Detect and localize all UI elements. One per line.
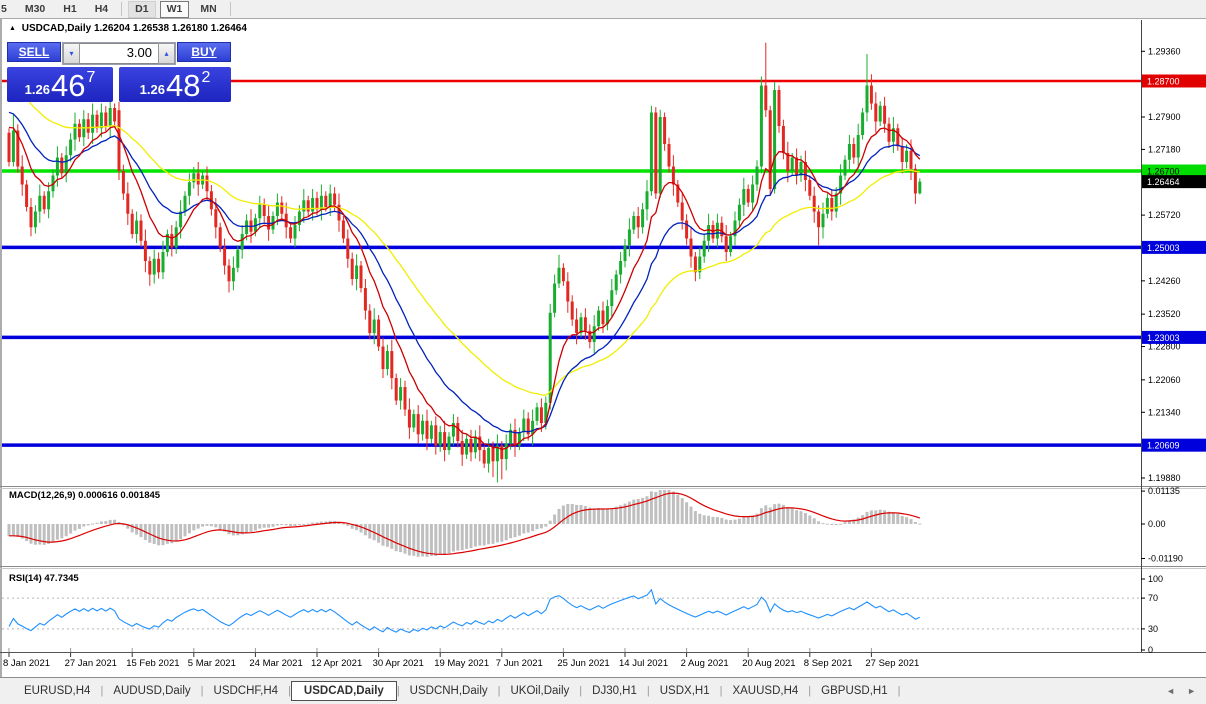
macd-axis-label: 0.01135: [1148, 486, 1180, 496]
date-axis-label: 7 Jun 2021: [496, 658, 543, 669]
toolbar-separator: [229, 2, 231, 16]
price-badge-label: 1.26700: [1147, 167, 1180, 177]
tab-scroll-arrows: ◄ ►: [1166, 686, 1196, 696]
timeframe-button-5[interactable]: 5: [0, 1, 14, 18]
sell-price-pip: 7: [86, 69, 96, 86]
date-axis-label: 27 Jan 2021: [65, 658, 117, 669]
ma_mid-line: [8, 111, 921, 434]
candles-layer: [7, 42, 922, 483]
scroll-right-arrow[interactable]: ►: [1187, 686, 1196, 696]
date-axis-label: 8 Sep 2021: [804, 658, 853, 669]
volume-increase-button[interactable]: ▴: [158, 43, 175, 64]
date-axis-label: 24 Mar 2021: [249, 658, 302, 669]
timeframe-toolbar: 5 M30 H1 H4 D1 W1 MN: [0, 0, 1206, 19]
tab-usdchf-h4[interactable]: USDCHF,H4: [204, 682, 289, 700]
buy-price-main: 48: [165, 68, 201, 103]
one-click-trade-panel: SELL ▾ 3.00 ▴ BUY 1.26 46 7 1.26 48 2: [7, 42, 231, 102]
timeframe-button-w1[interactable]: W1: [159, 0, 190, 18]
buy-button[interactable]: BUY: [177, 42, 231, 62]
ma_fast-line: [8, 125, 921, 451]
horizontal-level-lines: [2, 79, 1141, 447]
rsi-axis-label: 70: [1148, 593, 1158, 603]
price-badge-label: 1.28700: [1147, 76, 1180, 86]
symbol-tabs-bar: EURUSD,H4 | AUDUSD,Daily | USDCHF,H4 | USDCAD,…: [0, 677, 1206, 704]
chart-canvas[interactable]: 1.29360 1.27900 1.27180 1.25720 1.24260 1.235…: [0, 19, 1206, 677]
price-badge-label: 1.26464: [1147, 177, 1180, 187]
price-axis-label: 1.19880: [1148, 473, 1181, 483]
volume-control: ▾ 3.00 ▴: [62, 42, 176, 65]
tab-ukoil-daily[interactable]: UKOil,Daily: [500, 682, 579, 700]
timeframe-button-mn[interactable]: MN: [193, 1, 223, 18]
toolbar-separator: [121, 2, 123, 16]
macd-indicator-label: MACD(12,26,9) 0.000616 0.001845: [9, 490, 161, 501]
collapse-triangle-icon[interactable]: ▲: [9, 25, 16, 32]
tab-dj30-h1[interactable]: DJ30,H1: [582, 682, 647, 700]
tab-separator: |: [897, 685, 901, 697]
date-axis-label: 30 Apr 2021: [373, 658, 424, 669]
tab-eurusd-h4[interactable]: EURUSD,H4: [14, 682, 100, 700]
rsi-axis-label: 30: [1148, 624, 1158, 634]
price-axis-label: 1.29360: [1148, 46, 1181, 56]
sell-price-prefix: 1.26: [24, 82, 50, 97]
timeframe-button-h1[interactable]: H1: [56, 1, 83, 18]
price-badge-label: 1.23003: [1147, 333, 1180, 343]
volume-decrease-button[interactable]: ▾: [63, 43, 80, 64]
trading-terminal: 5 M30 H1 H4 D1 W1 MN 1.29360 1.27900 1.27180 1.25…: [0, 0, 1206, 704]
price-axis[interactable]: 1.29360 1.27900 1.27180 1.25720 1.24260 1.235…: [1141, 46, 1206, 483]
tab-usdcnh-daily[interactable]: USDCNH,Daily: [400, 682, 498, 700]
date-axis-label: 20 Aug 2021: [742, 658, 795, 669]
buy-price-box[interactable]: 1.26 48 2: [119, 67, 231, 102]
buy-price-pip: 2: [201, 69, 211, 86]
rsi-indicator-label: RSI(14) 47.7345: [9, 573, 79, 584]
chart-title-symbol: USDCAD,Daily: [21, 23, 92, 34]
date-axis-label: 12 Apr 2021: [311, 658, 362, 669]
macd-axis-label: -0.01190: [1148, 554, 1183, 564]
timeframe-button-d1[interactable]: D1: [128, 0, 156, 18]
price-axis-label: 1.21340: [1148, 407, 1181, 417]
price-axis-label: 1.22060: [1148, 375, 1181, 385]
chart-title: ▲ USDCAD,Daily 1.26204 1.26538 1.26180 1…: [9, 23, 247, 34]
volume-input[interactable]: 3.00: [80, 43, 158, 64]
date-axis-label: 2 Aug 2021: [681, 658, 729, 669]
macd-axis-label: 0.00: [1148, 519, 1166, 529]
date-axis-label: 8 Jan 2021: [3, 658, 50, 669]
price-badge-label: 1.20609: [1147, 441, 1180, 451]
timeframe-button-m30[interactable]: M30: [18, 1, 52, 18]
date-axis-label: 19 May 2021: [434, 658, 489, 669]
chart-title-ohlc: 1.26204 1.26538 1.26180 1.26464: [93, 23, 247, 34]
scroll-left-arrow[interactable]: ◄: [1166, 686, 1175, 696]
tab-gbpusd-h1[interactable]: GBPUSD,H1: [811, 682, 897, 700]
date-axis-label: 27 Sep 2021: [865, 658, 919, 669]
tab-usdcad-daily[interactable]: USDCAD,Daily: [290, 681, 397, 701]
price-axis-label: 1.25720: [1148, 210, 1181, 220]
rsi-axis-label: 0: [1148, 645, 1153, 655]
date-axis-label: 5 Mar 2021: [188, 658, 236, 669]
price-axis-label: 1.23520: [1148, 309, 1181, 319]
timeframe-button-h4[interactable]: H4: [88, 1, 115, 18]
price-axis-label: 1.27900: [1148, 112, 1181, 122]
tab-xauusd-h4[interactable]: XAUUSD,H4: [722, 682, 808, 700]
rsi-axis-label: 100: [1148, 574, 1163, 584]
price-axis-label: 1.24260: [1148, 276, 1181, 286]
tab-audusd-daily[interactable]: AUDUSD,Daily: [103, 682, 200, 700]
date-axis-label: 14 Jul 2021: [619, 658, 668, 669]
date-axis[interactable]: 8 Jan 2021 27 Jan 2021 15 Feb 2021 5 Mar 20…: [3, 648, 919, 669]
buy-price-prefix: 1.26: [139, 82, 165, 97]
rsi-line: [8, 588, 921, 634]
price-axis-label: 1.27180: [1148, 144, 1181, 154]
date-axis-label: 25 Jun 2021: [557, 658, 609, 669]
price-badge-label: 1.25003: [1147, 243, 1180, 253]
tab-usdx-h1[interactable]: USDX,H1: [650, 682, 720, 700]
sell-price-box[interactable]: 1.26 46 7: [7, 67, 113, 102]
sell-button[interactable]: SELL: [7, 42, 61, 62]
sell-price-main: 46: [50, 68, 86, 103]
date-axis-label: 15 Feb 2021: [126, 658, 179, 669]
